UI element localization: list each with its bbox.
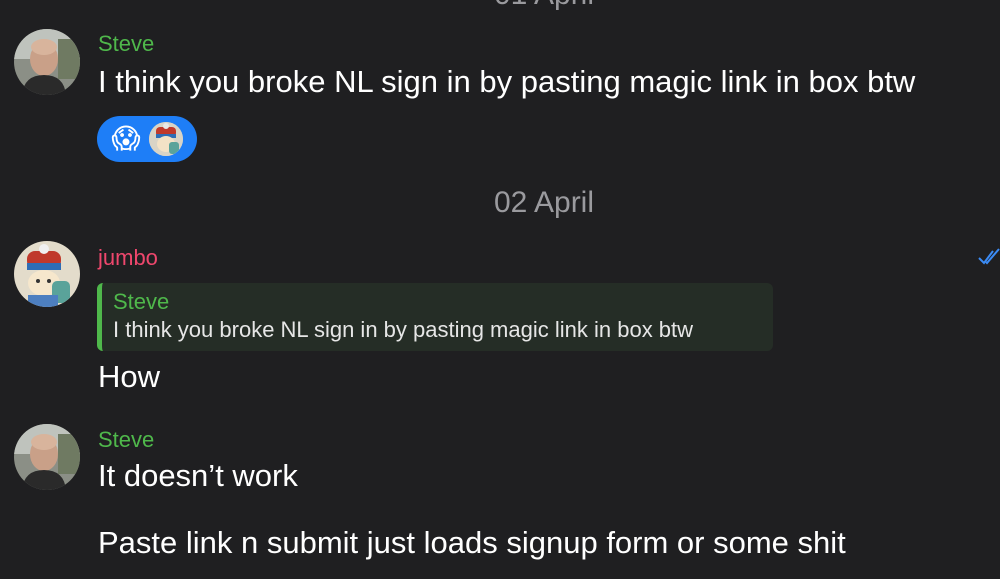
message-text: How (98, 359, 161, 394)
sender-name[interactable]: Steve (98, 427, 980, 453)
message-text: It doesn’t work (98, 458, 298, 493)
steve-avatar[interactable] (14, 424, 80, 490)
sender-name[interactable]: jumbo (98, 245, 980, 271)
quote-text: I think you broke NL sign in by pasting … (113, 317, 694, 342)
message-text: Paste link n submit just loads signup fo… (98, 525, 846, 560)
message-steve-2: Steve It doesn’t work Paste link n submi… (98, 427, 980, 562)
chat-view: 01 April Steve I think you broke NL sign… (0, 0, 1000, 579)
steve-avatar[interactable] (14, 29, 80, 95)
message-text: I think you broke NL sign in by pasting … (98, 64, 916, 99)
reply-quote[interactable]: Steve I think you broke NL sign in by pa… (97, 283, 773, 351)
message-jumbo: jumbo (98, 245, 980, 271)
date-separator: 01 April (0, 0, 1000, 12)
jumbo-avatar[interactable] (14, 241, 80, 307)
date-separator: 02 April (493, 186, 595, 219)
quote-sender: Steve (113, 289, 170, 314)
sender-name[interactable]: Steve (98, 31, 980, 57)
reactions-bar[interactable]: 😱 (97, 116, 197, 162)
message-jumbo-body: How (98, 358, 980, 396)
read-check-icon (978, 248, 1000, 265)
scream-emoji-icon: 😱 (111, 123, 141, 154)
reaction-avatar-jumbo (149, 122, 183, 156)
message-steve-1: Steve I think you broke NL sign in by pa… (98, 31, 980, 101)
